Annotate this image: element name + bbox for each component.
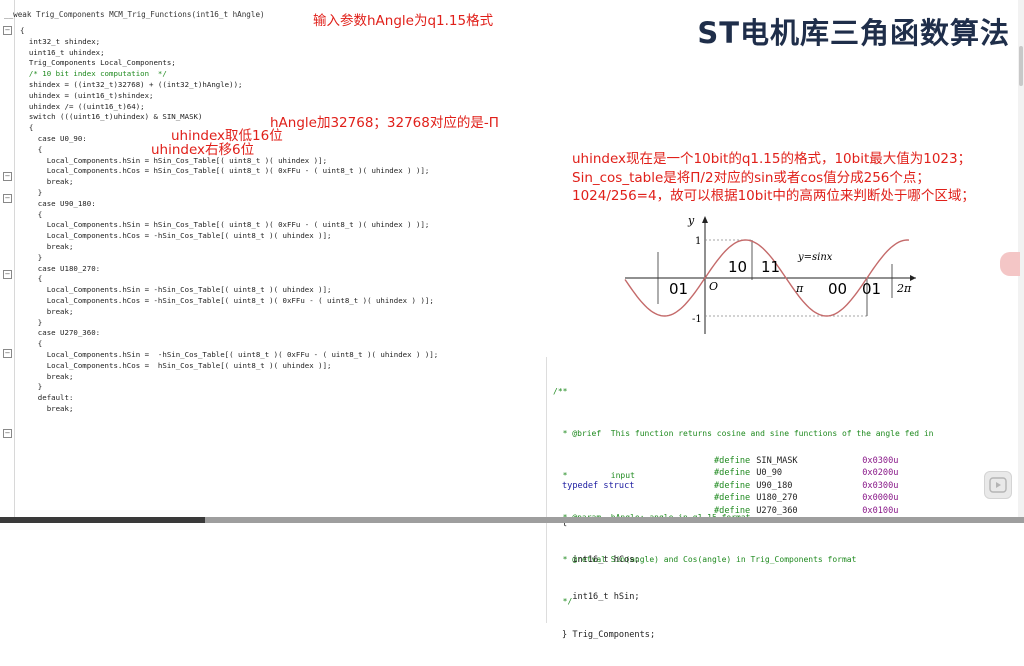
code-line: Local_Components.hSin = -hSin_Cos_Table[… [20,349,439,359]
annotation-add: hAngle加32768；32768对应的是-Π [270,115,499,131]
editor-gutter: − − − − − − [0,0,15,523]
code-line: } [20,317,43,327]
side-tab[interactable] [1000,252,1020,276]
code-line: Local_Components.hCos = -hSin_Cos_Table[… [20,295,434,305]
annotation-shift: uhindex右移6位 [151,142,255,158]
define-name: U0_90 [756,468,783,479]
doc-line: /** [553,387,568,396]
define-value: 0x0000u [862,493,899,504]
define-name: U180_270 [756,493,798,504]
code-line: break; [20,241,74,251]
code-line: shindex = ((int32_t)32768) + ((int32_t)h… [20,79,243,89]
code-line: break; [20,177,74,187]
struct-line: typedef struct [562,480,635,491]
doc-line: * @brief This function returns cosine an… [553,429,934,438]
y-label: y [687,214,695,227]
define-row: #define U0_90 0x0200u [714,467,974,479]
region-label: 00 [828,280,847,298]
annotation-input: 输入参数hAngle为q1.15格式 [313,13,494,29]
code-line: Local_Components.hCos = hSin_Cos_Table[(… [20,360,332,370]
fold-marker-icon[interactable]: − [3,429,12,438]
explanation-notes: uhindex现在是一个10bit的q1.15的格式，10bit最大值为1023… [572,150,975,206]
define-keyword: #define [714,493,751,504]
define-name: SIN_MASK [756,456,798,466]
define-row: #define U180_270 0x0000u [714,492,974,504]
fold-marker-icon[interactable]: − [3,194,12,203]
fold-marker-icon[interactable]: − [3,270,12,279]
region-label: 01 [669,280,688,298]
fold-marker-icon[interactable]: − [3,172,12,181]
y-max-label: 1 [695,236,701,247]
video-play-button[interactable] [984,471,1012,499]
note-line: Sin_cos_table是将Π/2对应的sin或者cos值分成256个点； [572,169,930,186]
code-line: break; [20,371,74,381]
define-list: #define SIN_MASK 0x0300u #define U0_90 0x0200… [714,455,974,517]
code-line: case U270_360: [20,328,101,338]
play-icon [989,477,1007,493]
video-progress-bar[interactable] [0,517,1024,523]
two-pi-label: 2π [896,282,912,295]
define-row: #define U270_360 0x0100u [714,505,974,517]
region-label: 01 [862,280,881,298]
code-line: { [20,209,43,219]
define-keyword: #define [714,480,751,491]
code-line: { [20,339,43,349]
struct-line: int16_t hCos; [562,555,640,566]
define-keyword: #define [714,456,751,466]
define-value: 0x0300u [862,480,899,491]
region-label: 10 [728,258,747,276]
code-line: Local_Components.hSin = -hSin_Cos_Table[… [20,285,332,295]
code-line: { [20,274,43,284]
define-keyword: #define [714,505,751,516]
code-line: default: [20,393,74,403]
fold-marker-icon[interactable]: − [3,26,12,35]
code-line: Local_Components.hCos = hSin_Cos_Table[(… [20,166,430,176]
code-line: uhindex = (uint16_t)shindex; [20,90,154,100]
scroll-thumb[interactable] [1019,46,1023,86]
function-signature: __weak Trig_Components MCM_Trig_Function… [4,10,265,19]
define-row: #define SIN_MASK 0x0300u [714,455,974,467]
code-line: Trig_Components Local_Components; [20,58,176,68]
code-line: break; [20,403,74,413]
code-line: break; [20,306,74,316]
x-axis-arrow-icon [910,275,916,281]
note-line: 1024/256=4，故可以根据10bit中的高两位来判断处于哪个区域； [572,188,975,204]
define-value: 0x0200u [862,468,899,479]
pi-label: π [795,282,804,295]
define-name: U270_360 [756,505,798,516]
y-min-label: -1 [692,314,702,325]
code-line: int32_t shindex; [20,36,101,46]
sine-graph: y 1 -1 O π 2π y=sinx 01 10 11 00 01 [624,214,916,334]
region-label: 11 [761,258,780,276]
struct-and-defines: typedef struct { int16_t hCos; int16_t h… [562,455,898,640]
code-line: } [20,252,43,262]
code-line: case U90_180: [20,198,96,208]
origin-label: O [709,280,718,293]
code-line: uint16_t uhindex; [20,47,105,57]
code-line: } [20,187,43,197]
struct-line: int16_t hSin; [562,592,640,603]
code-editor[interactable]: − − − − − − __weak Trig_Components MCM_T… [0,0,520,523]
code-line: case U180_270: [20,263,101,273]
struct-line: } Trig_Components; [562,629,656,640]
code-body: { int32_t shindex; uint16_t uhindex; Tri… [20,26,438,415]
curve-label: y=sinx [797,252,833,263]
define-name: U90_180 [756,480,793,491]
code-line: Local_Components.hCos = -hSin_Cos_Table[… [20,231,332,241]
define-value: 0x0100u [862,505,899,516]
fold-marker-icon[interactable]: − [3,349,12,358]
define-value: 0x0300u [862,456,899,466]
code-line: } [20,382,43,392]
note-line: uhindex现在是一个10bit的q1.15的格式，10bit最大值为1023… [572,151,972,167]
code-line: Local_Components.hSin = hSin_Cos_Table[(… [20,220,430,230]
define-keyword: #define [714,468,751,479]
page-title: ST电机库三角函数算法 [697,16,1010,50]
y-axis-arrow-icon [702,216,708,223]
code-line: /* 10 bit index computation */ [20,69,167,79]
define-row: #define U90_180 0x0300u [714,480,974,492]
